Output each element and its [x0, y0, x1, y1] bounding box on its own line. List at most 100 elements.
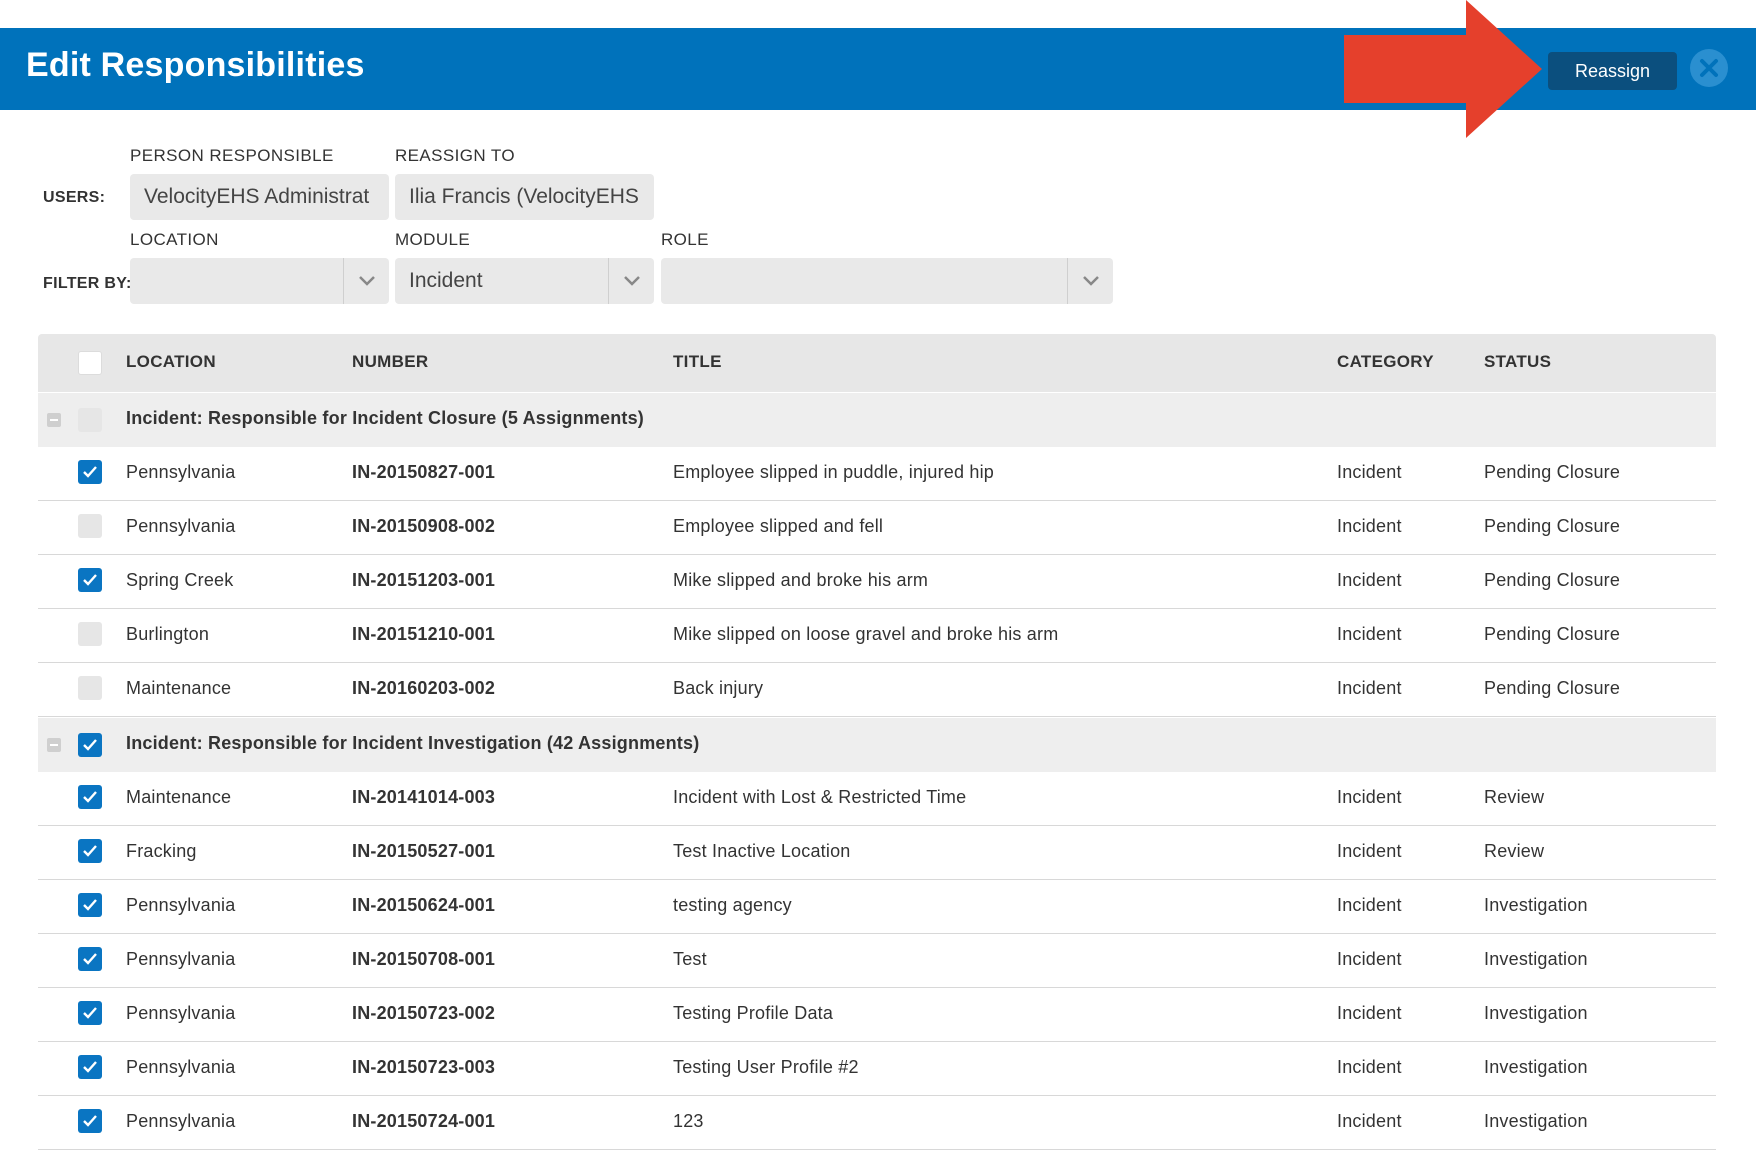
table-row[interactable]: Pennsylvania IN-20150908-002 Employee slip…: [38, 501, 1716, 555]
cell-location: Pennsylvania: [126, 516, 236, 536]
group-checkbox[interactable]: [78, 408, 102, 432]
group-label: Incident: Responsible for Incident Inves…: [126, 733, 700, 753]
chevron-down-icon[interactable]: [1067, 258, 1113, 304]
cell-title: Test Inactive Location: [673, 841, 851, 861]
cell-category: Incident: [1337, 516, 1402, 536]
row-checkbox[interactable]: [78, 622, 102, 646]
group-label: Incident: Responsible for Incident Closu…: [126, 408, 644, 428]
row-checkbox[interactable]: [78, 1109, 102, 1133]
cell-title: Employee slipped in puddle, injured hip: [673, 462, 995, 482]
person-responsible-label: PERSON RESPONSIBLE: [130, 146, 334, 165]
location-select[interactable]: [130, 258, 389, 304]
cell-number: IN-20150827-001: [352, 462, 496, 482]
close-icon[interactable]: [1690, 49, 1728, 87]
cell-location: Pennsylvania: [126, 1057, 236, 1077]
row-checkbox[interactable]: [78, 514, 102, 538]
table-row[interactable]: Maintenance IN-20141014-003 Incident with …: [38, 772, 1716, 826]
cell-title: Employee slipped and fell: [673, 516, 884, 536]
table-row[interactable]: Fracking IN-20150527-001 Test Inactive Loc…: [38, 826, 1716, 880]
reassign-to-field[interactable]: Ilia Francis (VelocityEHS: [395, 174, 654, 220]
cell-number: IN-20150908-002: [352, 516, 496, 536]
cell-category: Incident: [1337, 1057, 1402, 1077]
cell-number: IN-20151203-001: [352, 570, 496, 590]
reassign-button[interactable]: Reassign: [1548, 52, 1677, 90]
person-responsible-field[interactable]: VelocityEHS Administrat: [130, 174, 389, 220]
cell-status: Investigation: [1484, 1003, 1588, 1023]
group-checkbox[interactable]: [78, 733, 102, 757]
table-row[interactable]: Pennsylvania IN-20150723-003 Testing User …: [38, 1042, 1716, 1096]
table-row[interactable]: Pennsylvania IN-20150624-001 testing agenc…: [38, 880, 1716, 934]
collapse-icon[interactable]: [47, 413, 61, 427]
cell-number: IN-20160203-002: [352, 678, 496, 698]
cell-location: Maintenance: [126, 787, 232, 807]
cell-location: Pennsylvania: [126, 462, 236, 482]
column-header-location[interactable]: LOCATION: [126, 352, 216, 372]
module-select-value: Incident: [409, 269, 483, 292]
cell-title: Back injury: [673, 678, 764, 698]
cell-location: Pennsylvania: [126, 1111, 236, 1131]
column-header-status[interactable]: STATUS: [1484, 352, 1551, 372]
row-checkbox[interactable]: [78, 947, 102, 971]
cell-number: IN-20141014-003: [352, 787, 496, 807]
row-checkbox[interactable]: [78, 460, 102, 484]
row-checkbox[interactable]: [78, 676, 102, 700]
column-header-category[interactable]: CATEGORY: [1337, 352, 1434, 372]
cell-location: Pennsylvania: [126, 1003, 236, 1023]
row-checkbox[interactable]: [78, 1001, 102, 1025]
cell-status: Pending Closure: [1484, 462, 1621, 482]
row-checkbox[interactable]: [78, 839, 102, 863]
cell-title: testing agency: [673, 895, 792, 915]
assignments-table: LOCATION NUMBER TITLE CATEGORY STATUS In…: [38, 334, 1716, 1150]
cell-number: IN-20150723-002: [352, 1003, 496, 1023]
cell-number: IN-20151210-001: [352, 624, 496, 644]
select-all-checkbox[interactable]: [78, 351, 102, 375]
table-row[interactable]: Burlington IN-20151210-001 Mike slipped on…: [38, 609, 1716, 663]
table-row[interactable]: Pennsylvania IN-20150827-001 Employee slip…: [38, 447, 1716, 501]
table-row[interactable]: Spring Creek IN-20151203-001 Mike slipped …: [38, 555, 1716, 609]
cell-title: Incident with Lost & Restricted Time: [673, 787, 967, 807]
row-checkbox[interactable]: [78, 785, 102, 809]
row-checkbox[interactable]: [78, 568, 102, 592]
cell-location: Burlington: [126, 624, 210, 644]
cell-status: Pending Closure: [1484, 570, 1621, 590]
table-row[interactable]: Pennsylvania IN-20150724-001 123 Incident In…: [38, 1096, 1716, 1150]
cell-location: Fracking: [126, 841, 197, 861]
cell-category: Incident: [1337, 624, 1402, 644]
cell-title: Test: [673, 949, 707, 969]
cell-number: IN-20150724-001: [352, 1111, 496, 1131]
annotation-arrow-icon: [1344, 0, 1542, 138]
cell-location: Maintenance: [126, 678, 232, 698]
table-row[interactable]: Pennsylvania IN-20150723-002 Testing Profi…: [38, 988, 1716, 1042]
cell-status: Investigation: [1484, 949, 1588, 969]
cell-status: Pending Closure: [1484, 624, 1621, 644]
cell-category: Incident: [1337, 570, 1402, 590]
filter-by-label: FILTER BY:: [43, 275, 132, 292]
table-header: LOCATION NUMBER TITLE CATEGORY STATUS: [38, 334, 1716, 392]
table-row[interactable]: Pennsylvania IN-20150708-001 Test Incident I…: [38, 934, 1716, 988]
column-header-number[interactable]: NUMBER: [352, 352, 428, 372]
cell-status: Pending Closure: [1484, 516, 1621, 536]
cell-category: Incident: [1337, 787, 1402, 807]
cell-title: Mike slipped on loose gravel and broke h…: [673, 624, 1059, 644]
cell-location: Pennsylvania: [126, 949, 236, 969]
column-header-title[interactable]: TITLE: [673, 352, 722, 372]
role-filter-label: ROLE: [661, 230, 709, 249]
row-checkbox[interactable]: [78, 893, 102, 917]
row-checkbox[interactable]: [78, 1055, 102, 1079]
table-row[interactable]: Maintenance IN-20160203-002 Back injury Inc…: [38, 663, 1716, 717]
chevron-down-icon[interactable]: [608, 258, 654, 304]
cell-location: Spring Creek: [126, 570, 234, 590]
cell-title: Testing User Profile #2: [673, 1057, 859, 1077]
cell-status: Investigation: [1484, 1111, 1588, 1131]
cell-category: Incident: [1337, 462, 1402, 482]
role-select[interactable]: [661, 258, 1113, 304]
group-row: Incident: Responsible for Incident Closu…: [38, 392, 1716, 447]
cell-title: Testing Profile Data: [673, 1003, 834, 1023]
cell-title: Mike slipped and broke his arm: [673, 570, 929, 590]
collapse-icon[interactable]: [47, 738, 61, 752]
cell-category: Incident: [1337, 895, 1402, 915]
chevron-down-icon[interactable]: [343, 258, 389, 304]
module-select[interactable]: Incident: [395, 258, 654, 304]
cell-number: IN-20150723-003: [352, 1057, 496, 1077]
cell-category: Incident: [1337, 1111, 1402, 1131]
